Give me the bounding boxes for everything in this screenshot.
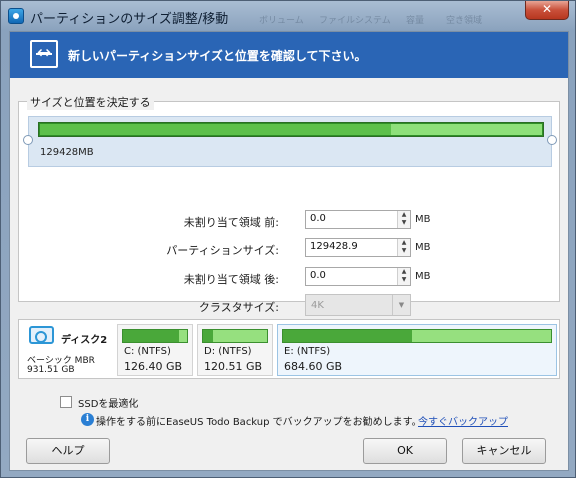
disk-map: ディスク2 ベーシック MBR 931.51 GB C: (NTFS) 126.… [18, 319, 560, 379]
partition-used-fill [40, 124, 391, 135]
partition-usage-bar [122, 329, 188, 343]
partition-size-input[interactable]: 129428.9 ▲ ▼ [305, 238, 411, 257]
unallocated-after-row: 未割り当て領域 後: 0.0 ▲ ▼ MB [19, 267, 561, 289]
size-position-group: サイズと位置を決定する 129428MB 未割り当て領域 前: 0.0 ▲ ▼ [18, 94, 561, 316]
spin-down-icon[interactable]: ▼ [398, 219, 410, 227]
help-button[interactable]: ヘルプ [26, 438, 110, 464]
partition-size: 126.40 GB [124, 360, 183, 373]
banner-text: 新しいパーティションサイズと位置を確認して下さい。 [68, 49, 367, 63]
partition-usage-bar [202, 329, 268, 343]
partition-resize-area[interactable]: 129428MB [23, 116, 557, 167]
resize-arrows-icon [30, 40, 58, 68]
unallocated-after-input[interactable]: 0.0 ▲ ▼ [305, 267, 411, 286]
partition-size-spinner[interactable]: ▲ ▼ [397, 239, 410, 256]
cluster-size-select[interactable]: 4K ▼ [305, 294, 411, 316]
group-legend: サイズと位置を決定する [27, 94, 154, 110]
ssd-optimize-label[interactable]: SSDを最適化 [78, 395, 138, 410]
cancel-button[interactable]: キャンセル [462, 438, 546, 464]
background-column-header: 容量 [406, 16, 425, 26]
backup-now-link[interactable]: 今すぐバックアップ [418, 413, 508, 428]
title-bar[interactable]: パーティションのサイズ調整/移動 ボリューム ファイルシステム 容量 空き領域 … [1, 1, 575, 31]
spin-up-icon[interactable]: ▲ [398, 239, 410, 247]
left-resize-handle[interactable] [23, 135, 33, 145]
unallocated-before-row: 未割り当て領域 前: 0.0 ▲ ▼ MB [19, 210, 561, 232]
unallocated-after-spinner[interactable]: ▲ ▼ [397, 268, 410, 285]
backup-advice-text: 操作をする前にEaseUS Todo Backup でバックアップをお勧めします… [96, 417, 422, 428]
close-icon: ✕ [541, 2, 553, 16]
partition-c[interactable]: C: (NTFS) 126.40 GB [117, 324, 193, 376]
unallocated-after-label: 未割り当て領域 後: [183, 273, 279, 286]
partition-e[interactable]: E: (NTFS) 684.60 GB [277, 324, 557, 376]
partition-usage-fill [283, 330, 412, 342]
cluster-size-label: クラスタサイズ: [198, 301, 279, 314]
unallocated-before-spinner[interactable]: ▲ ▼ [397, 211, 410, 228]
partition-total-size: 129428MB [40, 147, 94, 158]
unit-label: MB [415, 242, 431, 253]
disk-size: 931.51 GB [27, 365, 75, 375]
disk-name: ディスク2 [61, 335, 108, 346]
ok-button[interactable]: OK [363, 438, 447, 464]
spin-down-icon[interactable]: ▼ [398, 247, 410, 255]
close-button[interactable]: ✕ [525, 1, 569, 20]
app-icon [8, 8, 24, 24]
right-resize-handle[interactable] [547, 135, 557, 145]
partition-name: E: (NTFS) [284, 346, 331, 357]
spin-up-icon[interactable]: ▲ [398, 268, 410, 276]
window-title: パーティションのサイズ調整/移動 [30, 12, 229, 27]
instruction-banner: 新しいパーティションサイズと位置を確認して下さい。 [10, 32, 568, 78]
partition-bar[interactable] [38, 122, 544, 137]
ssd-optimize-checkbox[interactable] [60, 396, 72, 408]
partition-usage-fill [123, 330, 180, 342]
unit-label: MB [415, 271, 431, 282]
partition-name: C: (NTFS) [124, 346, 171, 357]
dialog-window: パーティションのサイズ調整/移動 ボリューム ファイルシステム 容量 空き領域 … [0, 0, 576, 478]
unallocated-before-input[interactable]: 0.0 ▲ ▼ [305, 210, 411, 229]
partition-size: 120.51 GB [204, 360, 263, 373]
disk-icon [29, 326, 54, 344]
info-icon: i [81, 413, 94, 426]
cluster-size-value: 4K [311, 300, 324, 311]
dialog-client-area: 新しいパーティションサイズと位置を確認して下さい。 サイズと位置を決定する 12… [9, 31, 569, 471]
partition-usage-fill [203, 330, 213, 342]
unallocated-after-value: 0.0 [310, 270, 326, 281]
partition-free-fill [391, 124, 542, 135]
partition-size-label: パーティションサイズ: [166, 244, 279, 257]
background-column-header: ファイルシステム [319, 16, 391, 26]
background-column-header: 空き領域 [446, 16, 483, 26]
partition-name: D: (NTFS) [204, 346, 252, 357]
partition-usage-bar [282, 329, 552, 343]
partition-size-value: 129428.9 [310, 241, 358, 252]
chevron-down-icon[interactable]: ▼ [392, 295, 410, 315]
disk-info: ディスク2 ベーシック MBR 931.51 GB [19, 320, 114, 378]
unallocated-before-label: 未割り当て領域 前: [183, 216, 279, 229]
background-column-header: ボリューム [259, 16, 304, 26]
partition-size: 684.60 GB [284, 360, 343, 373]
spin-up-icon[interactable]: ▲ [398, 211, 410, 219]
partition-size-row: パーティションサイズ: 129428.9 ▲ ▼ MB [19, 238, 561, 260]
spin-down-icon[interactable]: ▼ [398, 276, 410, 284]
cluster-size-row: クラスタサイズ: 4K ▼ [19, 294, 561, 318]
unallocated-before-value: 0.0 [310, 213, 326, 224]
unit-label: MB [415, 214, 431, 225]
partition-d[interactable]: D: (NTFS) 120.51 GB [197, 324, 273, 376]
